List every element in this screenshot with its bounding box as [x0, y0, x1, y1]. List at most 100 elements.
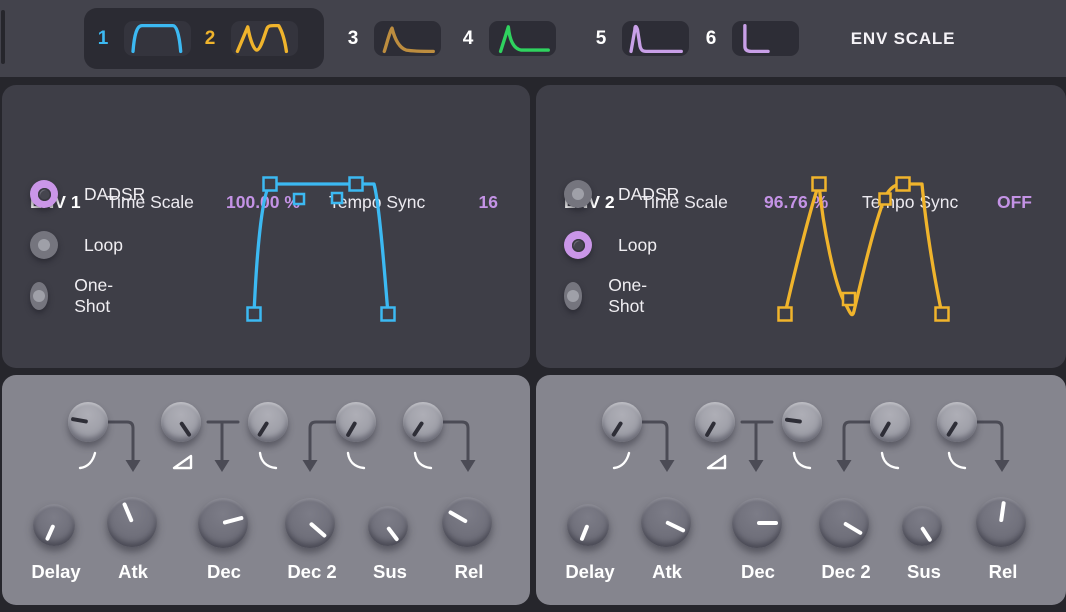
env2-curve-knob-5[interactable] — [937, 402, 977, 442]
env-tab-1[interactable]: 1 — [94, 0, 191, 77]
attack-label: Atk — [118, 559, 148, 585]
tempo-sync-value[interactable]: 16 — [479, 189, 498, 215]
env2-mini-curve — [237, 26, 286, 52]
env-tab-4[interactable]: 4 — [459, 0, 556, 77]
env-tab-2[interactable]: 2 — [201, 0, 298, 77]
env1-curve-knob-4[interactable] — [336, 402, 376, 442]
knob-pointer — [179, 421, 191, 437]
knob-pointer — [665, 520, 686, 533]
env2-curve-knob-1[interactable] — [602, 402, 642, 442]
env2-release-knob[interactable] — [976, 497, 1026, 547]
triangle-curve-icon — [708, 456, 725, 468]
env2-decay2-knob[interactable] — [819, 498, 869, 548]
radio-button[interactable] — [564, 231, 592, 259]
decay-curve-icon — [415, 453, 431, 468]
knob-pointer — [920, 526, 932, 542]
env5-thumbnail[interactable] — [622, 21, 689, 56]
env2-delay-knob[interactable] — [567, 504, 609, 546]
env1-knob-panel: Delay Atk Dec Dec 2 Sus Rel — [2, 375, 530, 605]
tab-number: 3 — [344, 28, 362, 50]
knob-pointer — [122, 502, 134, 523]
env2-curve-knob-3[interactable] — [782, 402, 822, 442]
down-arrow-icon — [303, 460, 318, 472]
env3-thumbnail[interactable] — [374, 21, 441, 56]
env-tab-3[interactable]: 3 — [344, 0, 441, 77]
curve-handle[interactable] — [382, 308, 395, 321]
env-tab-5[interactable]: 5 — [592, 0, 689, 77]
knob-pointer — [257, 421, 269, 437]
env2-sustain-knob[interactable] — [902, 506, 942, 546]
decay-curve-icon — [260, 453, 276, 468]
mode-loop[interactable]: Loop — [30, 231, 123, 259]
env1-curve-editor[interactable] — [222, 170, 422, 330]
env1-curve-knob-5[interactable] — [403, 402, 443, 442]
radio-button[interactable] — [30, 231, 58, 259]
env5-mini-curve — [631, 27, 681, 52]
env4-thumbnail[interactable] — [489, 21, 556, 56]
env1-curve — [254, 184, 388, 314]
decay-curve-icon — [348, 453, 364, 468]
env2-curve-knob-4[interactable] — [870, 402, 910, 442]
env2-curve-knob-2[interactable] — [695, 402, 735, 442]
curve-handle[interactable] — [936, 308, 949, 321]
curve-handle[interactable] — [350, 178, 363, 191]
env2-decay-knob[interactable] — [732, 498, 782, 548]
curve-handle[interactable] — [897, 178, 910, 191]
decay-curve-icon — [882, 453, 898, 468]
env1-sustain-knob[interactable] — [368, 506, 408, 546]
knob-pointer — [880, 421, 892, 438]
curve-handle[interactable] — [813, 178, 826, 191]
env1-attack-knob[interactable] — [107, 497, 157, 547]
knob-pointer — [387, 526, 400, 542]
release-label: Rel — [989, 559, 1018, 585]
decay-curve-icon — [794, 453, 810, 468]
env2-curve-editor[interactable] — [756, 170, 956, 330]
env1-delay-knob[interactable] — [33, 504, 75, 546]
tempo-sync-value[interactable]: OFF — [997, 189, 1032, 215]
env6-mini-curve — [745, 26, 768, 52]
env-tab-6[interactable]: 6 — [702, 0, 799, 77]
curve-handle[interactable] — [843, 293, 855, 305]
radio-button[interactable] — [30, 180, 58, 208]
triangle-curve-icon — [174, 456, 191, 468]
mode-dadsr[interactable]: DADSR — [30, 180, 145, 208]
mode-one-shot[interactable]: One-Shot — [30, 282, 123, 310]
env1-curve-knob-3[interactable] — [248, 402, 288, 442]
release-label: Rel — [455, 559, 484, 585]
curve-handle[interactable] — [294, 194, 304, 204]
delay-label: Delay — [31, 559, 80, 585]
mode-one-shot[interactable]: One-Shot — [564, 282, 657, 310]
env1-thumbnail[interactable] — [124, 21, 191, 56]
tab-number: 5 — [592, 28, 610, 50]
curve-handle[interactable] — [332, 193, 342, 203]
env3-mini-curve — [384, 28, 433, 51]
radio-button[interactable] — [564, 180, 592, 208]
envelope-tab-bar: 1 2 3 4 5 — [0, 0, 1066, 77]
mode-dadsr[interactable]: DADSR — [564, 180, 679, 208]
env2-curve — [785, 184, 942, 315]
env1-decay2-knob[interactable] — [285, 498, 335, 548]
curve-handle[interactable] — [264, 178, 277, 191]
env1-curve-knob-2[interactable] — [161, 402, 201, 442]
knob-pointer — [999, 501, 1006, 522]
env1-release-knob[interactable] — [442, 497, 492, 547]
env2-thumbnail[interactable] — [231, 21, 298, 56]
mode-label: DADSR — [84, 184, 145, 205]
env1-decay-knob[interactable] — [198, 498, 248, 548]
env1-curve-knob-1[interactable] — [68, 402, 108, 442]
curve-handle[interactable] — [779, 308, 792, 321]
mode-loop[interactable]: Loop — [564, 231, 657, 259]
env6-thumbnail[interactable] — [732, 21, 799, 56]
curve-handle[interactable] — [248, 308, 261, 321]
env2-attack-knob[interactable] — [641, 497, 691, 547]
knob-pointer — [946, 421, 958, 437]
sustain-label: Sus — [907, 559, 941, 585]
curve-handle[interactable] — [880, 194, 891, 205]
decay-label: Dec — [741, 559, 775, 585]
down-arrow-icon — [660, 460, 675, 472]
env-scale-button[interactable]: ENV SCALE — [838, 0, 968, 77]
down-arrow-icon — [995, 460, 1010, 472]
env2-panel: ENV 2 Time Scale 96.76 % Tempo Sync OFF … — [536, 85, 1066, 368]
radio-button[interactable] — [30, 282, 48, 310]
radio-button[interactable] — [564, 282, 582, 310]
